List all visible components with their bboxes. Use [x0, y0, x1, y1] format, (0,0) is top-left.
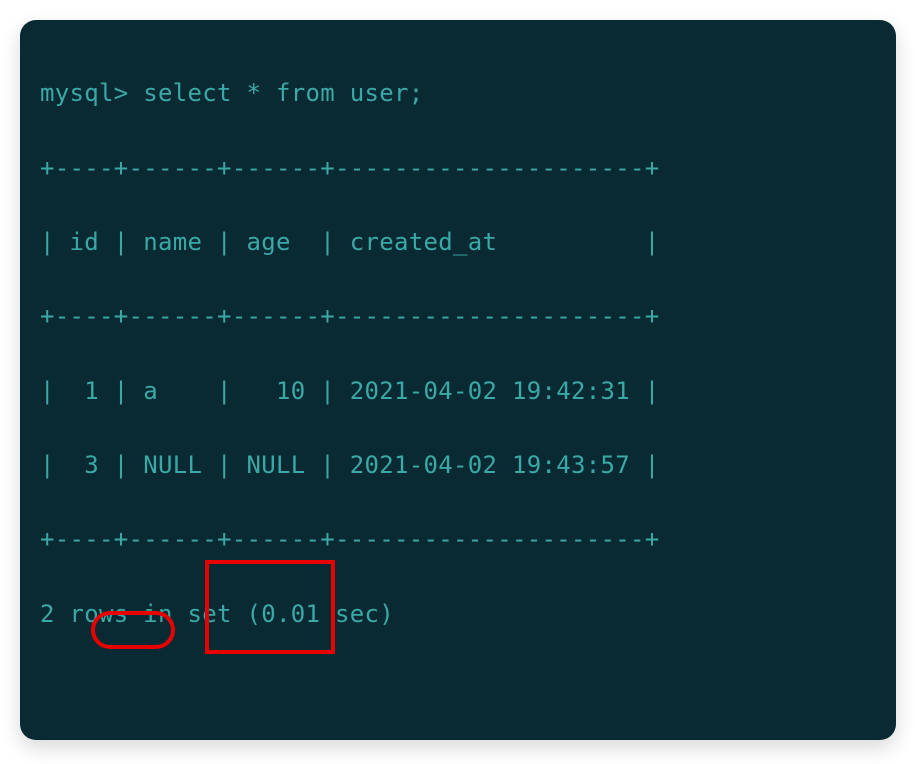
table1-sep-mid: +----+------+------+--------------------… — [40, 298, 876, 335]
table1-row-1: | 1 | a | 10 | 2021-04-02 19:42:31 | — [40, 373, 876, 410]
table1-header: | id | name | age | created_at | — [40, 224, 876, 261]
terminal-window: mysql> select * from user; +----+------+… — [20, 20, 896, 740]
highlight-null-age — [91, 611, 175, 649]
sql-query-1: select * from user; — [143, 79, 423, 107]
table1-row-2: | 3 | NULL | NULL | 2021-04-02 19:43:57 … — [40, 447, 876, 484]
table1-sep-top: +----+------+------+--------------------… — [40, 150, 876, 187]
table1-sep-bot: +----+------+------+--------------------… — [40, 521, 876, 558]
highlight-null-concat — [205, 560, 335, 654]
mysql-prompt: mysql> — [40, 79, 129, 107]
blank-line — [40, 670, 876, 707]
query-line-1: mysql> select * from user; — [40, 75, 876, 112]
